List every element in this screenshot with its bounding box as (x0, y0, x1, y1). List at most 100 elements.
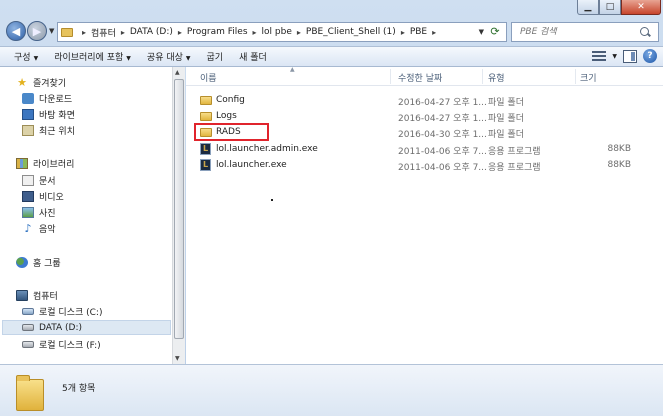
chevron-right-icon[interactable]: ▸ (297, 28, 301, 37)
breadcrumb-pbe[interactable]: PBE (410, 27, 427, 37)
column-name[interactable]: 이름 (200, 71, 217, 84)
nav-label: 바탕 화면 (39, 111, 75, 121)
nav-favorites[interactable]: ★ 즐겨찾기 (16, 75, 66, 90)
downloads-icon (22, 93, 34, 104)
column-size[interactable]: 크기 (580, 71, 597, 84)
nav-label: 로컬 디스크 (F:) (39, 341, 101, 351)
nav-label: 최근 위치 (39, 127, 75, 137)
refresh-icon[interactable]: ⟳ (487, 25, 503, 39)
breadcrumb-program-files[interactable]: Program Files (187, 27, 248, 37)
nav-recent-places[interactable]: 최근 위치 (22, 123, 75, 138)
file-date: 2016-04-27 오후 1... (398, 98, 487, 108)
recent-pages-dropdown[interactable]: ▼ (49, 27, 54, 35)
chevron-right-icon[interactable]: ▸ (82, 28, 86, 37)
file-list-pane: ▲ 이름 수정한 날짜 유형 크기 Config 2016-04-27 오후 1… (186, 66, 663, 364)
command-toolbar: 구성 ▼ 라이브러리에 포함 ▼ 공유 대상 ▼ 굽기 새 폴더 ▼ ? (0, 46, 663, 67)
videos-icon (22, 191, 34, 202)
nav-documents[interactable]: 문서 (22, 173, 56, 188)
cursor-dot (271, 199, 273, 201)
nav-desktop[interactable]: 바탕 화면 (22, 107, 75, 122)
breadcrumb-computer[interactable]: 컴퓨터 (91, 26, 116, 39)
include-library-label: 라이브러리에 포함 (54, 53, 124, 63)
column-divider[interactable] (390, 69, 391, 84)
forward-button[interactable]: ▶ (27, 21, 47, 41)
file-type: 응용 프로그램 (488, 147, 541, 157)
search-input[interactable] (512, 27, 638, 37)
new-folder-label: 새 폴더 (239, 53, 267, 63)
close-button[interactable]: ✕ (621, 0, 661, 15)
organize-label: 구성 (14, 53, 31, 63)
desktop-icon (22, 109, 34, 120)
breadcrumb-pbe-client-shell[interactable]: PBE_Client_Shell (1) (306, 27, 396, 37)
share-label: 공유 대상 (146, 53, 183, 63)
application-icon (200, 159, 211, 171)
nav-homegroup[interactable]: 홈 그룹 (16, 255, 61, 270)
file-size: 88KB (607, 160, 631, 170)
chevron-right-icon[interactable]: ▸ (253, 28, 257, 37)
nav-label: 문서 (39, 177, 56, 187)
view-dropdown-icon[interactable]: ▼ (612, 53, 617, 60)
file-row-config[interactable]: Config 2016-04-27 오후 1... 파일 폴더 (197, 93, 653, 108)
column-date-modified[interactable]: 수정한 날짜 (398, 71, 442, 84)
nav-pictures[interactable]: 사진 (22, 205, 56, 220)
file-row-launcher-admin[interactable]: lol.launcher.admin.exe 2011-04-06 오후 7..… (197, 142, 653, 157)
nav-libraries[interactable]: 라이브러리 (16, 156, 74, 171)
drive-icon (22, 341, 34, 348)
chevron-right-icon[interactable]: ▸ (401, 28, 405, 37)
file-name: lol.launcher.exe (216, 160, 287, 170)
column-divider[interactable] (575, 69, 576, 84)
search-icon[interactable] (638, 25, 652, 39)
pictures-icon (22, 207, 34, 218)
file-date: 2016-04-27 오후 1... (398, 114, 487, 124)
new-folder-button[interactable]: 새 폴더 (231, 50, 275, 63)
include-in-library-button[interactable]: 라이브러리에 포함 ▼ (46, 50, 139, 63)
chevron-right-icon[interactable]: ▸ (432, 28, 436, 37)
chevron-right-icon[interactable]: ▸ (178, 28, 182, 37)
back-button[interactable]: ◀ (6, 21, 26, 41)
scroll-up-icon[interactable]: ▲ (175, 69, 180, 76)
chevron-right-icon[interactable]: ▸ (121, 28, 125, 37)
file-type: 파일 폴더 (488, 114, 524, 124)
nav-computer[interactable]: 컴퓨터 (16, 288, 58, 303)
maximize-button[interactable]: □ (599, 0, 621, 15)
breadcrumb-lol-pbe[interactable]: lol pbe (262, 27, 292, 37)
organize-button[interactable]: 구성 ▼ (6, 50, 46, 63)
chevron-down-icon: ▼ (126, 55, 131, 62)
preview-pane-icon[interactable] (623, 49, 637, 63)
minimize-button[interactable]: ▁ (577, 0, 599, 15)
nav-local-disk-f[interactable]: 로컬 디스크 (F:) (22, 337, 101, 352)
share-with-button[interactable]: 공유 대상 ▼ (139, 50, 199, 63)
burn-button[interactable]: 굽기 (199, 50, 232, 63)
nav-label: 비디오 (39, 193, 64, 203)
nav-videos[interactable]: 비디오 (22, 189, 64, 204)
help-icon[interactable]: ? (643, 49, 657, 63)
file-row-launcher[interactable]: lol.launcher.exe 2011-04-06 오후 7... 응용 프… (197, 158, 653, 173)
column-header-row: ▲ 이름 수정한 날짜 유형 크기 (186, 66, 663, 86)
column-type[interactable]: 유형 (488, 71, 505, 84)
scroll-down-icon[interactable]: ▼ (175, 355, 180, 362)
folder-icon (200, 96, 212, 105)
nav-downloads[interactable]: 다운로드 (22, 91, 72, 106)
address-bar[interactable]: ▸ 컴퓨터 ▸ DATA (D:) ▸ Program Files ▸ lol … (57, 22, 507, 42)
scrollbar-thumb[interactable] (174, 79, 184, 339)
nav-label: 로컬 디스크 (C:) (39, 308, 103, 318)
nav-music[interactable]: ♪ 음악 (22, 221, 56, 236)
file-date: 2016-04-30 오후 1... (398, 130, 487, 140)
column-divider[interactable] (482, 69, 483, 84)
navigation-scrollbar[interactable]: ▲ ▼ (172, 67, 185, 364)
drive-icon (22, 308, 34, 315)
drive-icon (22, 324, 34, 331)
toolbar-right-controls: ▼ ? (592, 49, 657, 63)
address-dropdown-icon[interactable]: ▼ (479, 28, 484, 36)
nav-label: 즐겨찾기 (33, 79, 67, 89)
file-row-logs[interactable]: Logs 2016-04-27 오후 1... 파일 폴더 (197, 109, 653, 124)
change-view-icon[interactable] (592, 50, 607, 62)
item-count: 5개 항목 (62, 384, 96, 394)
navigation-pane: ★ 즐겨찾기 다운로드 바탕 화면 최근 위치 라이브러리 문서 비디오 사진 ♪… (0, 67, 172, 364)
folder-icon (200, 112, 212, 121)
nav-data-drive[interactable]: DATA (D:) (2, 320, 171, 335)
breadcrumb-data-drive[interactable]: DATA (D:) (130, 27, 173, 37)
nav-local-disk-c[interactable]: 로컬 디스크 (C:) (22, 304, 102, 319)
nav-label: 음악 (39, 225, 56, 235)
libraries-icon (16, 158, 28, 169)
